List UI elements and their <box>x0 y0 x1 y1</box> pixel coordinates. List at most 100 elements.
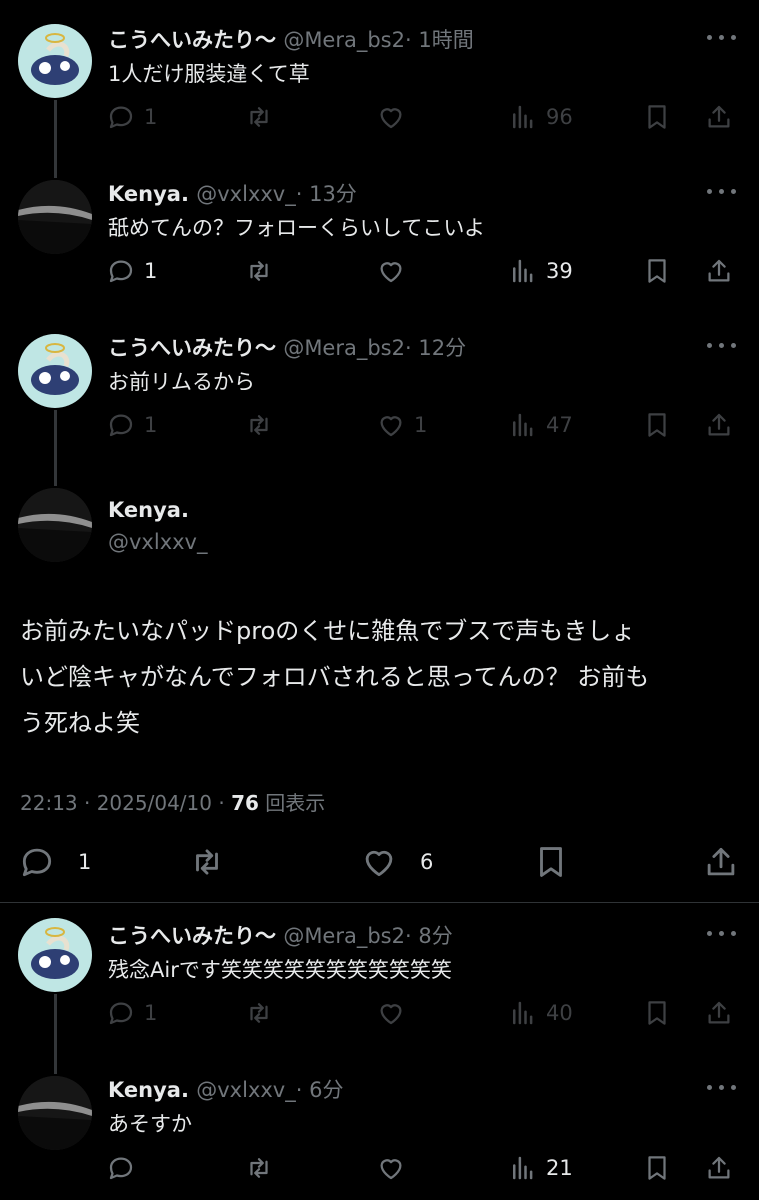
share-icon <box>704 410 734 440</box>
bookmark-icon <box>642 102 672 132</box>
retweet-button[interactable] <box>244 101 274 133</box>
view-count: 96 <box>546 105 573 129</box>
views-button[interactable]: 39 <box>508 255 573 287</box>
author-handle[interactable]: @vxlxxv_ <box>196 182 295 206</box>
heart-icon <box>376 256 406 286</box>
share-button[interactable] <box>702 843 740 881</box>
like-count: 6 <box>420 850 434 874</box>
tweet-text-line: いど陰キャがなんでフォロバされると思ってんの？ お前も <box>20 663 650 691</box>
retweet-button[interactable] <box>244 1152 274 1184</box>
author-handle[interactable]: @vxlxxv_ <box>196 1078 295 1102</box>
reply-icon <box>106 410 136 440</box>
bookmark-button[interactable] <box>642 1152 672 1184</box>
author-name[interactable]: こうへいみたり〜 <box>108 28 276 52</box>
views-button[interactable]: 47 <box>508 409 573 441</box>
reply-count: 1 <box>78 850 92 874</box>
share-button[interactable] <box>704 255 734 287</box>
avatar[interactable] <box>18 334 92 408</box>
like-button[interactable]: 6 <box>360 843 433 881</box>
views-icon <box>508 256 538 286</box>
view-count: 39 <box>546 259 573 283</box>
reply-icon <box>106 256 136 286</box>
bookmark-button[interactable] <box>642 101 672 133</box>
bookmark-button[interactable] <box>642 255 672 287</box>
reply-button[interactable]: 1 <box>106 997 157 1029</box>
bookmark-icon <box>642 998 672 1028</box>
share-button[interactable] <box>704 1152 734 1184</box>
reply-button[interactable]: 1 <box>106 101 157 133</box>
author-handle[interactable]: @vxlxxv_ <box>108 530 207 554</box>
more-options-icon[interactable] <box>707 1083 737 1093</box>
share-icon <box>702 843 740 881</box>
tweet-meta: 22:13 · 2025/04/10 · 76 回表示 <box>20 787 325 816</box>
tweet-text: 1人だけ服装違くて草 <box>108 62 310 86</box>
author-name[interactable]: こうへいみたり〜 <box>108 924 276 948</box>
tweet-text: あそすか <box>108 1112 192 1136</box>
avatar[interactable] <box>18 918 92 992</box>
reply-icon <box>106 102 136 132</box>
share-button[interactable] <box>704 409 734 441</box>
view-count: 47 <box>546 413 573 437</box>
author-handle[interactable]: @Mera_bs2 <box>283 924 405 948</box>
reply-count: 1 <box>144 105 158 129</box>
like-button[interactable] <box>376 255 414 287</box>
retweet-icon <box>244 256 274 286</box>
tweet-time[interactable]: · 12分 <box>405 336 466 360</box>
retweet-button[interactable] <box>244 997 274 1029</box>
more-options-icon[interactable] <box>707 187 737 197</box>
retweet-button[interactable] <box>244 255 274 287</box>
reply-count: 1 <box>144 413 158 437</box>
like-button[interactable] <box>376 101 414 133</box>
tweet-text-line: お前みたいなパッドproのくせに雑魚でブスで声もきしょ <box>20 617 636 645</box>
retweet-icon <box>244 102 274 132</box>
author-name[interactable]: Kenya. <box>108 1078 189 1102</box>
bookmark-button[interactable] <box>642 409 672 441</box>
more-options-icon[interactable] <box>707 341 737 351</box>
timestamp[interactable]: 22:13 · 2025/04/10 · <box>20 791 231 815</box>
views-button[interactable]: 40 <box>508 997 573 1029</box>
retweet-button[interactable] <box>244 409 274 441</box>
reply-button[interactable]: 1 <box>106 255 157 287</box>
tweet-text-line: う死ねよ笑 <box>20 709 140 737</box>
share-icon <box>704 998 734 1028</box>
tweet-time[interactable]: · 6分 <box>296 1078 344 1102</box>
more-options-icon[interactable] <box>707 33 737 43</box>
share-icon <box>704 256 734 286</box>
tweet-time[interactable]: · 8分 <box>405 924 453 948</box>
bookmark-button[interactable] <box>642 997 672 1029</box>
share-button[interactable] <box>704 997 734 1029</box>
tweet-time[interactable]: · 1時間 <box>405 28 474 52</box>
reply-button[interactable]: 1 <box>106 409 157 441</box>
avatar[interactable] <box>18 180 92 254</box>
retweet-button[interactable] <box>188 843 226 881</box>
like-button[interactable] <box>376 997 414 1029</box>
more-options-icon[interactable] <box>707 929 737 939</box>
bookmark-button[interactable] <box>532 843 570 881</box>
like-button[interactable]: 1 <box>376 409 427 441</box>
views-label: 回表示 <box>265 791 326 815</box>
reply-button[interactable]: 1 <box>18 843 91 881</box>
avatar[interactable] <box>18 488 92 562</box>
views-button[interactable]: 21 <box>508 1152 573 1184</box>
like-button[interactable] <box>376 1152 414 1184</box>
heart-icon <box>360 843 398 881</box>
author-name[interactable]: Kenya. <box>108 498 189 522</box>
author-name[interactable]: Kenya. <box>108 182 189 206</box>
reply-button[interactable] <box>106 1152 144 1184</box>
views-icon <box>508 102 538 132</box>
views-button[interactable]: 96 <box>508 101 573 133</box>
author-handle[interactable]: @Mera_bs2 <box>283 28 405 52</box>
author-name[interactable]: こうへいみたり〜 <box>108 336 276 360</box>
tweet-time[interactable]: · 13分 <box>296 182 357 206</box>
views-icon <box>508 410 538 440</box>
avatar[interactable] <box>18 24 92 98</box>
author-handle[interactable]: @Mera_bs2 <box>283 336 405 360</box>
retweet-icon <box>244 410 274 440</box>
heart-icon <box>376 1153 406 1183</box>
heart-icon <box>376 102 406 132</box>
avatar[interactable] <box>18 1076 92 1150</box>
view-count: 76 <box>231 791 259 815</box>
share-button[interactable] <box>704 101 734 133</box>
thread-line <box>54 100 57 178</box>
tweet-text: 残念Airです笑笑笑笑笑笑笑笑笑笑笑 <box>108 958 452 982</box>
